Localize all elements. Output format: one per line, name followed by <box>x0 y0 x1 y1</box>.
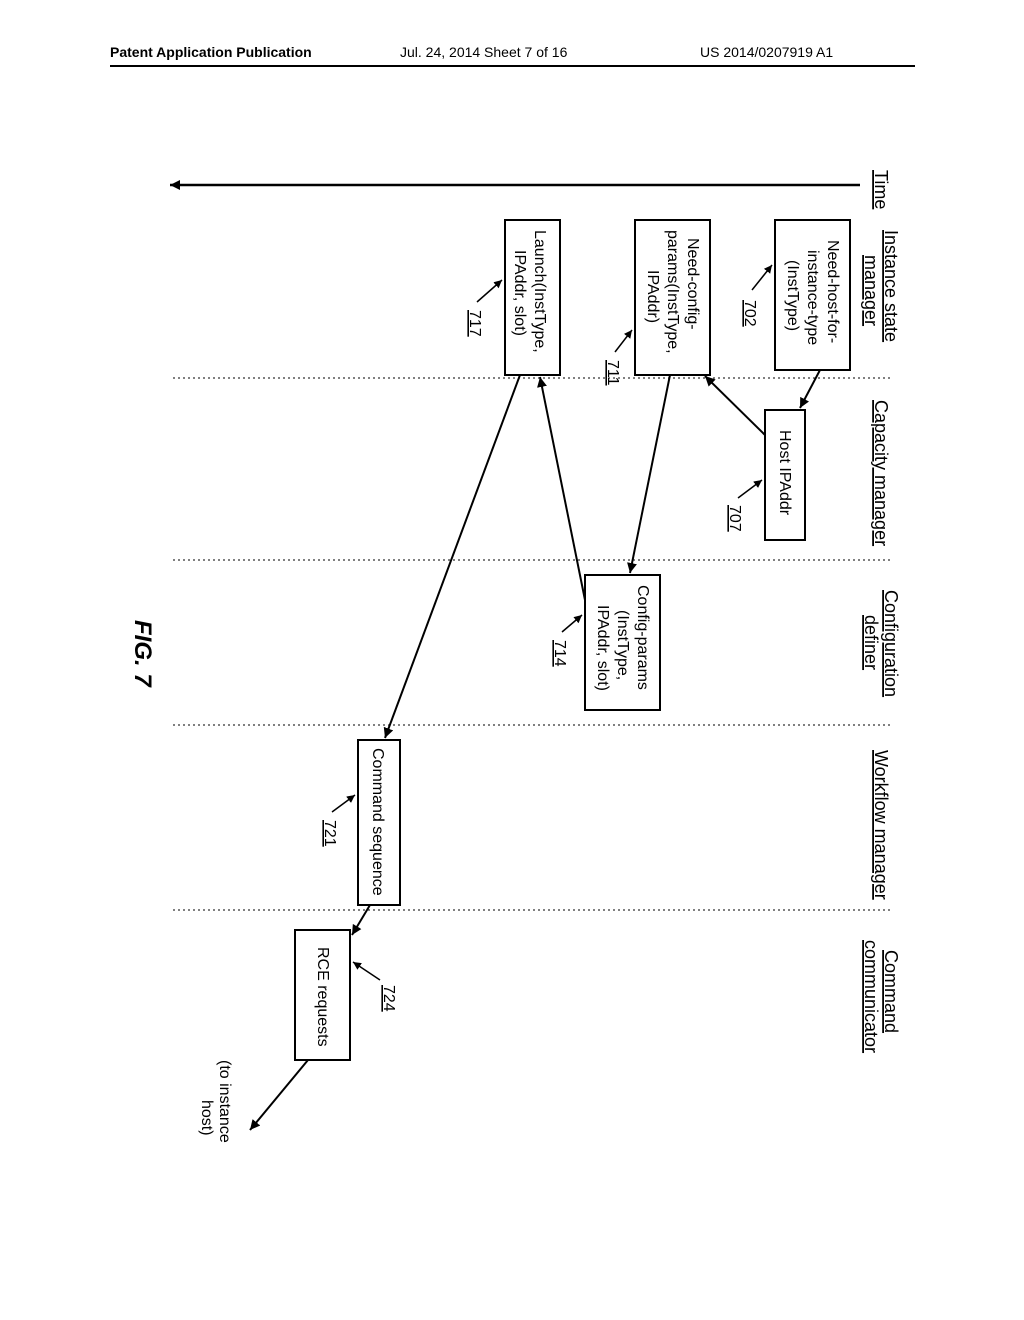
leader-724 <box>353 962 380 980</box>
leader-707 <box>738 480 762 498</box>
box-702-l3: (InstType) <box>784 260 801 331</box>
to-instance-1: (to instance <box>216 1060 233 1143</box>
leader-717 <box>477 280 502 302</box>
box-717-l1: Launch(InstType, <box>531 230 548 353</box>
box-711-l1: Need-config- <box>684 238 701 330</box>
ref-721: 721 <box>321 820 338 847</box>
diagram-svg: Time Instance state manager Capacity man… <box>110 160 910 1160</box>
col-instance-state-1: Instance state <box>881 230 901 342</box>
page-container: Patent Application Publication Jul. 24, … <box>0 0 1024 1320</box>
header-left: Patent Application Publication <box>110 44 312 60</box>
leader-714 <box>562 615 582 632</box>
arrow-702-707 <box>800 370 820 408</box>
leader-702 <box>752 265 772 290</box>
col-capacity: Capacity manager <box>871 400 891 546</box>
col-config-2: definer <box>861 615 881 670</box>
box-714-l1: Config-params <box>634 585 651 690</box>
ref-724: 724 <box>380 985 397 1012</box>
figure-label: FIG. 7 <box>129 620 156 688</box>
ref-714: 714 <box>551 640 568 667</box>
box-702-l1: Need-host-for- <box>824 240 841 343</box>
box-714-l2: (InstType, <box>614 610 631 680</box>
arrow-711-714 <box>630 375 670 573</box>
box-724-l1: RCE requests <box>314 947 331 1047</box>
box-711-l3: IPAddr) <box>644 270 661 323</box>
header-right: US 2014/0207919 A1 <box>700 44 833 60</box>
box-717-l2: IPAddr, slot) <box>511 250 528 336</box>
arrow-714-717 <box>540 377 585 600</box>
diagram-rotated: Time Instance state manager Capacity man… <box>0 160 910 960</box>
col-command-2: communicator <box>861 940 881 1053</box>
header-center: Jul. 24, 2014 Sheet 7 of 16 <box>400 44 567 60</box>
leader-721 <box>332 795 355 812</box>
to-instance-2: host) <box>198 1100 215 1136</box>
col-command-1: Command <box>881 950 901 1033</box>
arrow-707-711 <box>705 376 765 435</box>
header-rule <box>110 65 915 67</box>
box-714-l3: IPAddr, slot) <box>594 605 611 691</box>
ref-707: 707 <box>726 505 743 532</box>
arrow-717-721 <box>385 375 520 738</box>
col-config-1: Configuration <box>881 590 901 697</box>
box-711-l2: params(InstType, <box>664 230 681 354</box>
leader-711 <box>615 330 632 352</box>
ref-711: 711 <box>604 360 621 386</box>
box-707-l1: Host IPAddr <box>776 430 793 516</box>
box-702-l2: instance-type <box>804 250 821 345</box>
ref-717: 717 <box>466 310 483 337</box>
col-instance-state-2: manager <box>861 255 881 326</box>
box-721-l1: Command sequence <box>369 748 386 896</box>
col-time: Time <box>871 170 891 209</box>
col-workflow: Workflow manager <box>871 750 891 900</box>
ref-702: 702 <box>741 300 758 327</box>
arrow-724-out <box>250 1060 308 1130</box>
